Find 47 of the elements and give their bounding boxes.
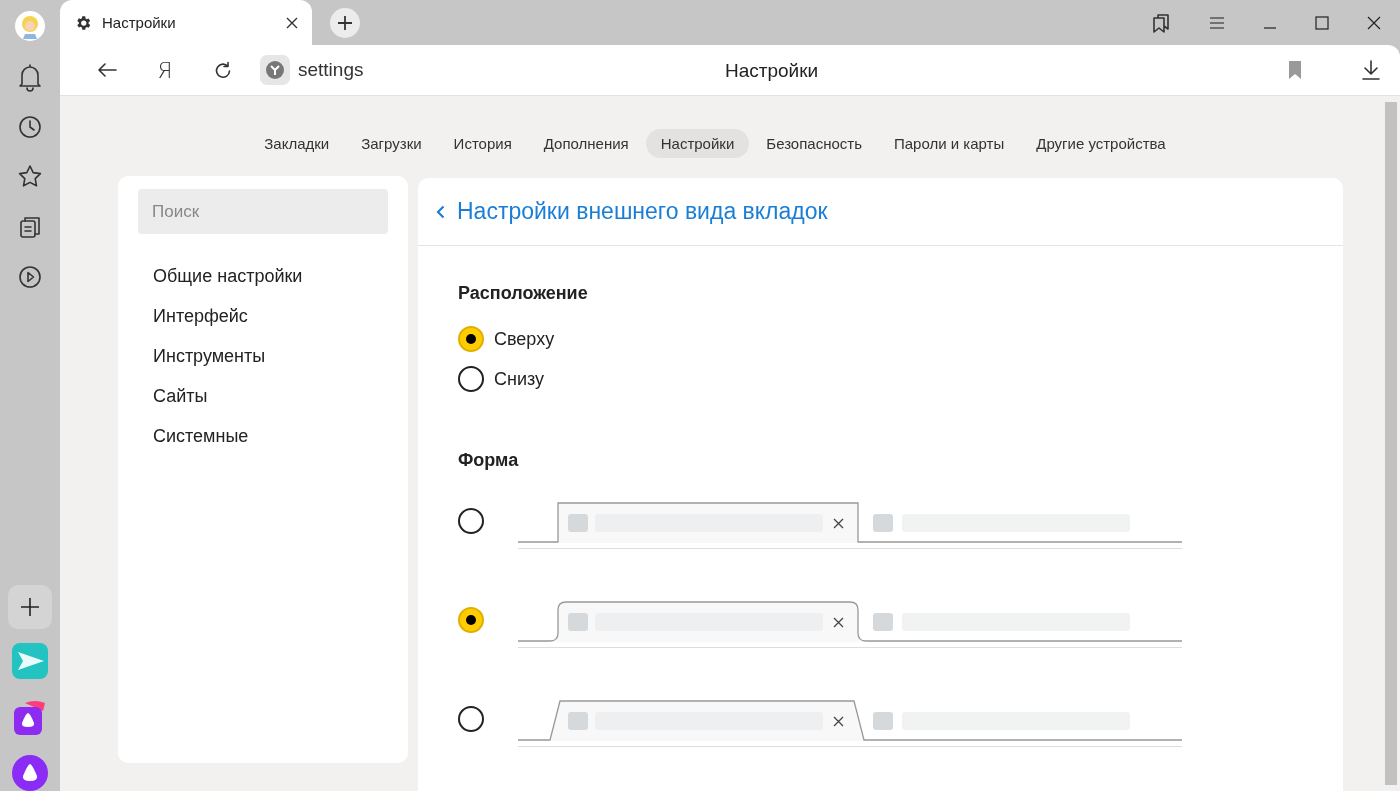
bell-icon[interactable]	[18, 62, 42, 92]
page-title: Настройки	[725, 60, 819, 82]
nav-tab[interactable]: Пароли и карты	[879, 129, 1020, 158]
scrollbar-thumb[interactable]	[1385, 102, 1397, 785]
nav-tab[interactable]: Настройки	[645, 129, 750, 158]
download-icon[interactable]	[1362, 60, 1380, 80]
section-heading: Форма	[458, 450, 520, 471]
radio-label[interactable]: Сверху	[494, 328, 555, 350]
section-heading: Расположение	[458, 283, 589, 304]
menu-item[interactable]: Системные	[138, 425, 388, 447]
radio-button[interactable]	[458, 507, 484, 534]
address-text[interactable]: settings	[298, 59, 364, 81]
menu-icon[interactable]	[1209, 15, 1225, 30]
plus-icon	[20, 597, 40, 617]
menu-item[interactable]: Инструменты	[138, 345, 388, 367]
nav-tab[interactable]: Дополнения	[528, 129, 644, 158]
reload-icon[interactable]	[214, 61, 232, 79]
radio-button[interactable]	[458, 366, 484, 392]
browser-tab[interactable]: Настройки	[60, 0, 312, 45]
plus-icon	[337, 15, 353, 31]
assistant-icon[interactable]	[12, 755, 48, 791]
menu-item[interactable]: Сайты	[138, 385, 388, 407]
radio-button[interactable]	[458, 326, 484, 352]
bookmarks-icon[interactable]	[1151, 12, 1171, 33]
back-arrow-icon[interactable]	[97, 62, 117, 78]
new-tab-button[interactable]	[330, 8, 360, 38]
nav-tab[interactable]: Другие устройства	[1021, 129, 1181, 158]
radio-label[interactable]: Снизу	[494, 368, 545, 390]
radio-button[interactable]	[458, 606, 484, 633]
close-icon[interactable]	[1367, 15, 1381, 30]
close-icon[interactable]	[286, 16, 298, 29]
add-button[interactable]	[8, 585, 52, 629]
radio-button[interactable]	[458, 705, 484, 732]
nav-tab[interactable]: Закладки	[249, 129, 345, 158]
search-field[interactable]: Поиск	[138, 189, 388, 234]
browser-logo-icon	[266, 61, 284, 79]
menu-item[interactable]: Интерфейс	[138, 305, 388, 327]
menu-item[interactable]: Общие настройки	[138, 265, 388, 287]
nav-tab[interactable]: Безопасность	[751, 129, 877, 158]
yandex-button[interactable]: Я	[157, 57, 173, 83]
nav-tab[interactable]: Загрузки	[346, 129, 437, 158]
panel-title: Настройки внешнего вида вкладок	[457, 198, 828, 225]
assistant-app-icon[interactable]	[13, 699, 47, 735]
maximize-icon[interactable]	[1315, 15, 1329, 30]
nav-tab[interactable]: История	[438, 129, 527, 158]
bookmark-icon[interactable]	[1288, 61, 1302, 79]
back-chevron-icon[interactable]	[436, 204, 445, 219]
